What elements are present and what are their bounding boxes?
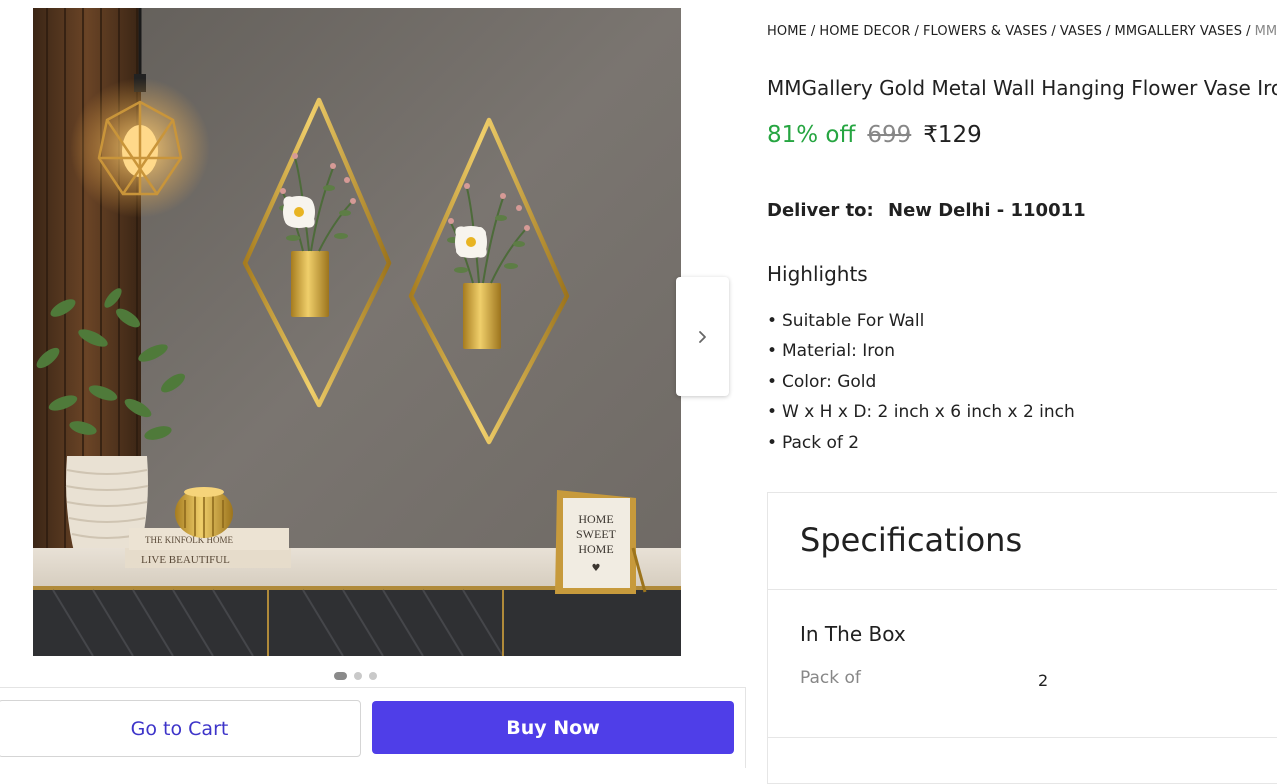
carousel-dots bbox=[334, 671, 377, 680]
chevron-right-icon bbox=[698, 330, 706, 343]
svg-text:♥: ♥ bbox=[592, 563, 601, 574]
product-title: MMGallery Gold Metal Wall Hanging Flower… bbox=[767, 76, 1277, 100]
product-image[interactable]: THE KINFOLK HOME LIVE BEAUTIFUL HOME SWE… bbox=[33, 8, 681, 656]
in-the-box-title: In The Box bbox=[800, 622, 906, 646]
highlight-item: • Color: Gold bbox=[767, 371, 877, 392]
spec-row-value: 2 bbox=[1038, 671, 1049, 690]
price-row: 81% off 699 ₹129 bbox=[767, 122, 982, 148]
go-to-cart-button[interactable]: Go to Cart bbox=[0, 700, 361, 757]
breadcrumb-item-home[interactable]: HOME bbox=[767, 24, 807, 39]
breadcrumb-item-home-decor[interactable]: HOME DECOR bbox=[819, 24, 910, 39]
buy-now-button[interactable]: Buy Now bbox=[372, 701, 734, 754]
specifications-title: Specifications bbox=[800, 521, 1023, 559]
highlights-list: • Suitable For Wall • Material: Iron • Colo… bbox=[767, 308, 1075, 460]
highlight-item: • Suitable For Wall bbox=[767, 311, 925, 331]
breadcrumb: HOME / HOME DECOR / FLOWERS & VASES / VASES / MM… bbox=[767, 24, 1277, 39]
carousel-next-button[interactable] bbox=[676, 277, 729, 396]
spec-row-label: Pack of bbox=[800, 668, 861, 688]
highlight-item: • W x H x D: 2 inch x 6 inch x 2 inch bbox=[767, 402, 1075, 423]
sign-line-1: HOME bbox=[578, 512, 613, 526]
sign-line-3: HOME bbox=[578, 542, 613, 556]
book-title-bottom: LIVE BEAUTIFUL bbox=[141, 554, 230, 566]
breadcrumb-item-mmgallery-vases[interactable]: MMGALLERY VASES bbox=[1115, 24, 1243, 39]
divider bbox=[767, 589, 1277, 590]
breadcrumb-item-current: MM bbox=[1254, 24, 1277, 39]
carousel-dot[interactable] bbox=[354, 671, 362, 680]
divider bbox=[767, 737, 1277, 738]
carousel-dot-active[interactable] bbox=[334, 671, 347, 680]
deliver-to-label: Deliver to: bbox=[767, 200, 874, 221]
discount-label: 81% off bbox=[767, 122, 856, 148]
original-price: 699 bbox=[867, 122, 912, 148]
highlight-item: • Pack of 2 bbox=[767, 432, 860, 453]
sign-line-2: SWEET bbox=[576, 527, 617, 541]
delivery-location: New Delhi - 110011 bbox=[888, 200, 1086, 221]
breadcrumb-item-flowers-vases[interactable]: FLOWERS & VASES bbox=[923, 24, 1047, 39]
highlights-title: Highlights bbox=[767, 262, 868, 286]
delivery-info[interactable]: Deliver to: New Delhi - 110011 bbox=[767, 200, 1086, 221]
breadcrumb-item-vases[interactable]: VASES bbox=[1060, 24, 1102, 39]
carousel-dot[interactable] bbox=[369, 671, 377, 680]
highlight-item: • Material: Iron bbox=[767, 341, 895, 362]
book-title-top: THE KINFOLK HOME bbox=[145, 535, 233, 545]
selling-price: ₹129 bbox=[923, 122, 982, 148]
